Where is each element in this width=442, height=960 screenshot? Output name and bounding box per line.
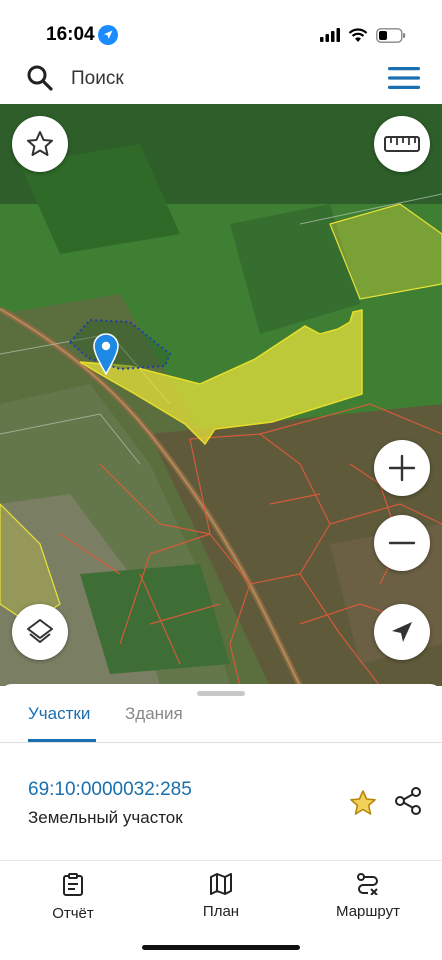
layers-button[interactable] — [12, 604, 68, 660]
layers-icon — [27, 619, 53, 643]
wifi-icon — [348, 27, 368, 42]
home-indicator — [142, 945, 300, 950]
divider — [0, 742, 442, 743]
tab-buildings[interactable]: Здания — [125, 704, 183, 724]
tab-route-label: Маршрут — [336, 903, 400, 920]
favorite-star-icon[interactable] — [348, 788, 378, 818]
tab-parcels[interactable]: Участки — [28, 704, 90, 724]
hamburger-menu-icon[interactable] — [388, 67, 420, 89]
tab-report[interactable]: Отчёт — [18, 873, 128, 922]
location-services-icon — [98, 25, 118, 45]
cellular-signal-icon — [320, 28, 340, 42]
status-bar: 16:04 — [0, 0, 442, 58]
parcel-cadastral-number[interactable]: 69:10:0000032:285 — [28, 779, 192, 801]
report-icon — [63, 873, 83, 896]
tab-plan-label: План — [202, 903, 240, 920]
minus-icon — [388, 541, 416, 545]
search-input[interactable]: Поиск — [71, 68, 124, 90]
status-time: 16:04 — [46, 24, 95, 45]
star-outline-icon — [27, 131, 53, 156]
tab-report-label: Отчёт — [52, 905, 94, 922]
search-bar[interactable]: Поиск — [6, 58, 436, 98]
ruler-icon — [384, 136, 420, 152]
status-icons — [320, 27, 406, 43]
plus-icon — [388, 454, 416, 482]
satellite-map[interactable] — [0, 104, 442, 686]
map-plan-icon — [210, 873, 232, 895]
navigation-arrow-icon — [392, 622, 412, 642]
share-icon[interactable] — [393, 786, 423, 816]
battery-icon — [376, 27, 406, 43]
zoom-out-button[interactable] — [374, 515, 430, 571]
tab-plan[interactable]: План — [166, 873, 276, 920]
my-location-button[interactable] — [374, 604, 430, 660]
map-view[interactable] — [0, 104, 442, 686]
zoom-in-button[interactable] — [374, 440, 430, 496]
sheet-grabber[interactable] — [197, 691, 245, 696]
search-icon[interactable] — [26, 64, 54, 92]
route-icon — [357, 873, 378, 895]
ruler-button[interactable] — [374, 116, 430, 172]
favorites-button[interactable] — [12, 116, 68, 172]
parcel-type: Земельный участок — [28, 808, 183, 827]
bottom-sheet[interactable]: Участки Здания 69:10:0000032:285 Земельн… — [0, 684, 442, 860]
tab-route[interactable]: Маршрут — [313, 873, 423, 920]
